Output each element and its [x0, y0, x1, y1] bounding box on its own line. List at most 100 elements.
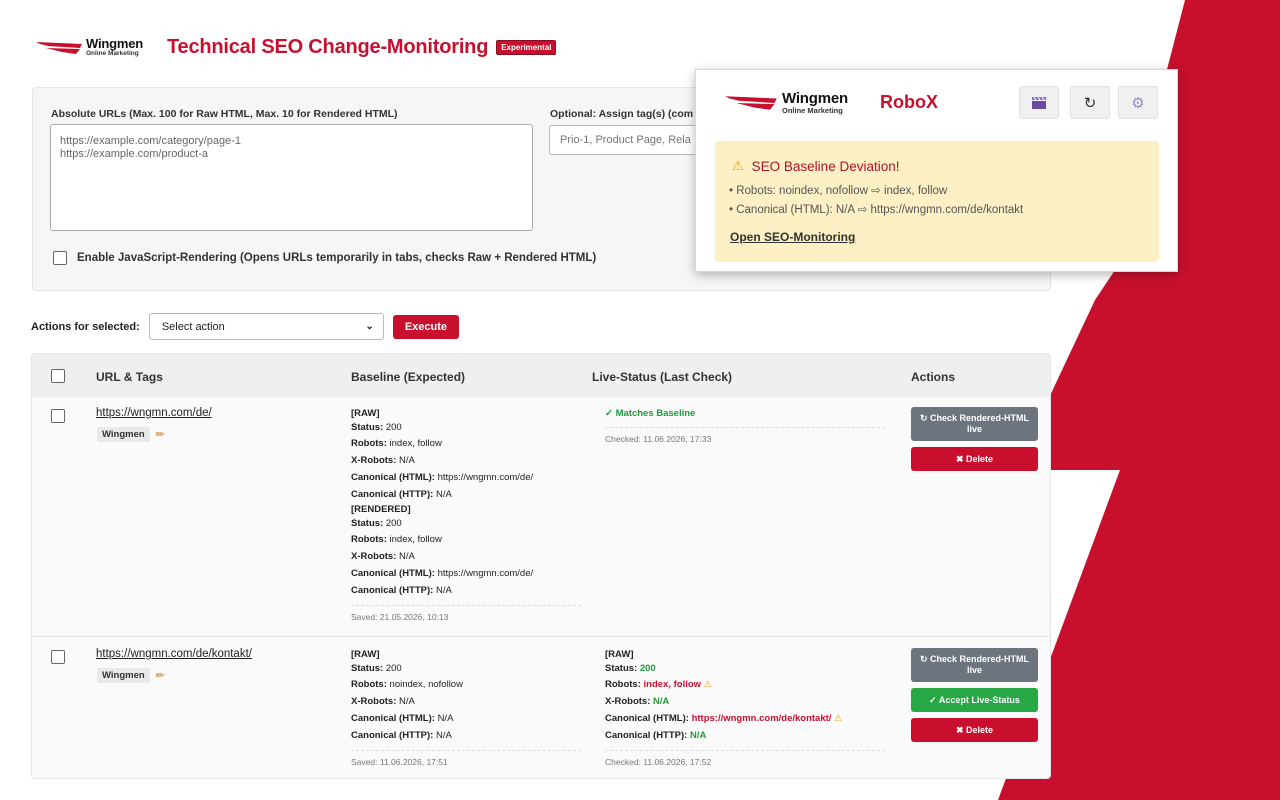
saved-timestamp: Saved: 11.06.2026, 17:51 — [351, 750, 581, 767]
header-baseline: Baseline (Expected) — [351, 370, 466, 384]
row-actions: ↻ Check Rendered-HTML live ✓ Accept Live… — [911, 648, 1038, 748]
match-status: ✓ Matches Baseline — [605, 408, 696, 419]
settings-button[interactable]: ⚙ — [1118, 86, 1158, 119]
execute-button[interactable]: Execute — [392, 314, 460, 339]
select-all-checkbox[interactable] — [51, 369, 65, 383]
refresh-button[interactable]: ↻ — [1070, 86, 1110, 119]
tag-badge: Wingmen — [97, 668, 150, 683]
header: Wingmen Online Marketing Technical SEO C… — [36, 36, 557, 59]
tags-label: Optional: Assign tag(s) (com — [550, 108, 694, 120]
row-actions: ↻ Check Rendered-HTML live ✖ Delete — [911, 407, 1038, 477]
refresh-icon: ↻ — [1083, 94, 1097, 112]
alert-title-text: SEO Baseline Deviation! — [751, 158, 900, 174]
edit-pencil-icon[interactable]: ✏ — [156, 428, 165, 441]
js-rendering-label: Enable JavaScript-Rendering (Opens URLs … — [77, 252, 597, 264]
robots-label: Robots: — [605, 679, 641, 690]
canonical-http-value: N/A — [435, 730, 452, 741]
row-tags: Wingmen ✏ — [97, 427, 165, 442]
canonical-html-value: https://wngmn.com/de/kontakt/ — [691, 713, 832, 724]
status-value: 200 — [639, 663, 656, 674]
canonical-http-label: Canonical (HTTP): — [605, 730, 688, 741]
header-url-tags: URL & Tags — [96, 370, 163, 384]
baseline-cell: [RAW] Status: 200 Robots: noindex, nofol… — [351, 648, 581, 767]
action-select[interactable]: Select action ⌄ — [148, 313, 384, 340]
urls-textarea[interactable]: https://example.com/category/page-1 http… — [50, 124, 533, 231]
check-rendered-button[interactable]: ↻ Check Rendered-HTML live — [911, 648, 1038, 682]
xrobots-label: X-Robots: — [605, 696, 651, 707]
alert-line-canonical: • Canonical (HTML): N/A ⇨ https://wngmn.… — [729, 204, 1024, 216]
tag-badge: Wingmen — [97, 427, 150, 442]
robots-label: Robots: — [351, 679, 387, 690]
js-rendering-checkbox[interactable] — [53, 251, 67, 265]
xrobots-label: X-Robots: — [351, 455, 397, 466]
logo-sub-text: Online Marketing — [782, 106, 843, 115]
xrobots-value: N/A — [399, 696, 415, 707]
status-value: 200 — [385, 663, 402, 674]
chevron-down-icon: ⌄ — [365, 321, 374, 332]
gear-icon: ⚙ — [1131, 94, 1145, 112]
checked-timestamp: Checked: 11.06.2026, 17:52 — [605, 750, 885, 767]
popup-title: RoboX — [880, 92, 938, 112]
logo-main-text: Wingmen — [782, 90, 848, 107]
warning-icon: ⚠ — [834, 713, 843, 723]
alert-line-robots: • Robots: noindex, nofollow ⇨ index, fol… — [729, 185, 948, 197]
check-rendered-button[interactable]: ↻ Check Rendered-HTML live — [911, 407, 1038, 441]
row-url-link[interactable]: https://wngmn.com/de/ — [96, 407, 212, 419]
canonical-html-label: Canonical (HTML): — [605, 713, 689, 724]
raw-header: [RAW] — [351, 408, 380, 419]
status-value: 200 — [385, 422, 402, 433]
edit-pencil-icon[interactable]: ✏ — [156, 669, 165, 682]
delete-button[interactable]: ✖ Delete — [911, 718, 1038, 742]
js-rendering-row: Enable JavaScript-Rendering (Opens URLs … — [53, 251, 596, 265]
accept-live-status-button[interactable]: ✓ Accept Live-Status — [911, 688, 1038, 712]
monitoring-table: URL & Tags Baseline (Expected) Live-Stat… — [31, 353, 1051, 779]
xrobots-label: X-Robots: — [351, 696, 397, 707]
status-label: Status: — [351, 518, 384, 529]
popup-wingmen-logo: Wingmen Online Marketing — [724, 91, 848, 115]
actions-label: Actions for selected: — [31, 320, 140, 333]
canonical-html-label: Canonical (HTML): — [351, 713, 435, 724]
canonical-html-value: https://wngmn.com/de/ — [437, 568, 534, 579]
row-checkbox[interactable] — [51, 650, 65, 664]
alert-title: ⚠ SEO Baseline Deviation! — [732, 158, 899, 174]
xrobots-label: X-Robots: — [351, 551, 397, 562]
deviation-alert: ⚠ SEO Baseline Deviation! • Robots: noin… — [715, 141, 1159, 262]
status-label: Status: — [605, 663, 638, 674]
canonical-http-value: N/A — [689, 730, 707, 741]
row-tags: Wingmen ✏ — [97, 668, 165, 683]
table-row: https://wngmn.com/de/kontakt/ Wingmen ✏ … — [32, 638, 1050, 778]
canonical-http-value: N/A — [435, 489, 452, 500]
robots-label: Robots: — [351, 438, 387, 449]
canonical-http-value: N/A — [435, 585, 452, 596]
page-title: Technical SEO Change-Monitoring — [166, 36, 489, 58]
rendered-header: [RENDERED] — [351, 504, 411, 515]
clapper-icon — [1032, 96, 1046, 109]
xrobots-value: N/A — [399, 455, 415, 466]
open-seo-monitoring-link[interactable]: Open SEO-Monitoring — [730, 230, 855, 244]
xrobots-value: N/A — [653, 696, 670, 707]
canonical-http-label: Canonical (HTTP): — [351, 585, 434, 596]
robots-value: index, follow — [389, 438, 442, 449]
canonical-html-value: https://wngmn.com/de/ — [437, 472, 534, 483]
live-status-cell: [RAW] Status: 200 Robots: index, follow … — [605, 648, 885, 767]
table-row: https://wngmn.com/de/ Wingmen ✏ [RAW] St… — [32, 397, 1050, 637]
robots-value: noindex, nofollow — [389, 679, 463, 690]
status-value: 200 — [385, 518, 402, 529]
robots-value: index, follow — [643, 679, 702, 690]
canonical-html-label: Canonical (HTML): — [351, 472, 435, 483]
baseline-cell: [RAW] Status: 200 Robots: index, follow … — [351, 407, 581, 622]
row-url-link[interactable]: https://wngmn.com/de/kontakt/ — [96, 648, 252, 660]
warning-icon: ⚠ — [732, 158, 744, 173]
wingmen-logo[interactable]: Wingmen Online Marketing — [36, 37, 143, 58]
robots-label: Robots: — [351, 534, 387, 545]
delete-button[interactable]: ✖ Delete — [911, 447, 1038, 471]
row-checkbox[interactable] — [51, 409, 65, 423]
clapper-button[interactable] — [1019, 86, 1059, 119]
canonical-html-value: N/A — [437, 713, 454, 724]
status-label: Status: — [351, 422, 384, 433]
canonical-http-label: Canonical (HTTP): — [351, 489, 434, 500]
xrobots-value: N/A — [399, 551, 415, 562]
canonical-html-label: Canonical (HTML): — [351, 568, 435, 579]
canonical-http-label: Canonical (HTTP): — [351, 730, 434, 741]
live-status-cell: ✓ Matches Baseline Checked: 11.06.2026, … — [605, 407, 885, 444]
